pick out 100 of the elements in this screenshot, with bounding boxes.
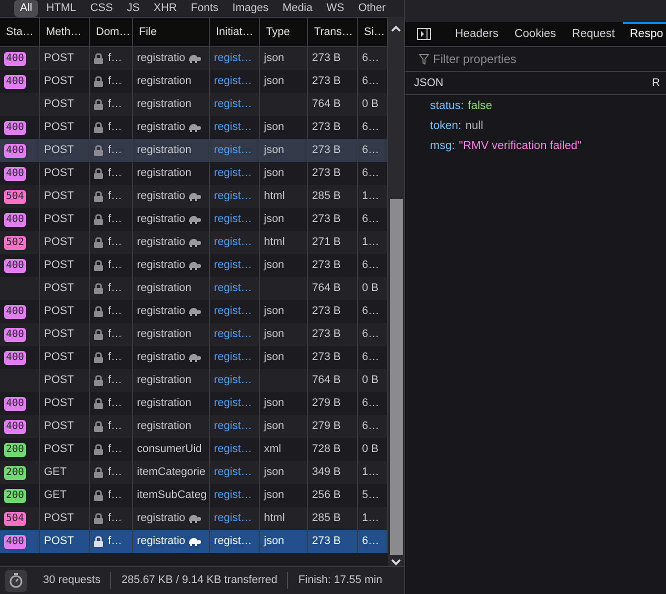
initiator-link[interactable]: regist…: [214, 142, 252, 159]
domain-text: f…: [108, 511, 122, 526]
column-header[interactable]: Sta…: [0, 18, 40, 46]
initiator-link[interactable]: regist…: [214, 349, 252, 366]
domain-text: f…: [108, 97, 122, 112]
initiator-link[interactable]: regist…: [214, 234, 252, 251]
scroll-down-icon[interactable]: [391, 558, 401, 566]
initiator-link[interactable]: regist…: [214, 211, 252, 228]
request-row[interactable]: 504 POST f… registratio regist… html 285 B 1…: [0, 185, 388, 208]
transferred-total: 285.67 KB / 9.14 KB transferred: [111, 572, 288, 589]
file-name: registration: [137, 396, 192, 412]
column-header[interactable]: Trans…: [308, 18, 358, 46]
scroll-up-icon[interactable]: [391, 25, 401, 33]
filter-tab[interactable]: CSS: [84, 0, 119, 17]
detail-tab[interactable]: Headers: [447, 22, 506, 46]
sidebar-toggle-icon[interactable]: [417, 28, 431, 40]
lock-icon: [94, 490, 103, 501]
lock-icon: [94, 99, 103, 110]
filter-input[interactable]: Filter properties: [433, 50, 633, 68]
file-name: registration: [137, 143, 192, 158]
detail-tab[interactable]: Request: [564, 22, 623, 46]
filter-tab[interactable]: JS: [120, 0, 146, 17]
initiator-link[interactable]: regist…: [214, 533, 252, 550]
property-value: "RMV verification failed": [458, 139, 582, 154]
column-header[interactable]: File: [133, 18, 210, 46]
request-row[interactable]: 400 POST f… registration regist… json 273 B 6…: [0, 139, 388, 162]
initiator-link[interactable]: regist…: [214, 188, 252, 205]
request-row[interactable]: POST f… registration regist… 764 B 0 B: [0, 93, 388, 116]
initiator-link[interactable]: regist…: [214, 395, 252, 412]
file-name: registratio: [137, 51, 186, 66]
initiator-link[interactable]: regist…: [214, 464, 252, 481]
filter-tab[interactable]: Fonts: [184, 0, 224, 17]
section-title: JSON: [414, 76, 444, 91]
initiator-link[interactable]: regist…: [214, 280, 252, 297]
method-cell: POST: [40, 530, 90, 553]
domain-text: f…: [108, 465, 122, 480]
initiator-link[interactable]: regist…: [214, 418, 252, 435]
raw-toggle[interactable]: R: [652, 74, 660, 92]
initiator-link[interactable]: regist…: [214, 50, 252, 67]
filter-tab[interactable]: Images: [226, 0, 274, 17]
file-name: registration: [137, 281, 192, 296]
initiator-link[interactable]: regist…: [214, 73, 252, 90]
performance-button[interactable]: [5, 570, 27, 592]
column-header[interactable]: Dom…: [90, 18, 133, 46]
request-row[interactable]: 400 POST f… registratio regist… json 273 B 6…: [0, 530, 388, 553]
lock-icon: [94, 421, 103, 432]
lock-icon: [94, 329, 103, 340]
initiator-link[interactable]: regist…: [214, 510, 252, 527]
filter-tab[interactable]: XHR: [148, 0, 183, 17]
filter-tab[interactable]: WS: [320, 0, 350, 17]
lock-icon: [94, 398, 103, 409]
initiator-link[interactable]: regist…: [214, 303, 252, 320]
filter-tab[interactable]: Other: [352, 0, 392, 17]
transferred-cell: 273 B: [308, 530, 358, 553]
column-header[interactable]: Meth…: [40, 18, 90, 46]
request-row[interactable]: 200 GET f… itemCategorie regist… json 349 B 1…: [0, 461, 388, 484]
initiator-link[interactable]: regist…: [214, 326, 252, 343]
lock-icon: [94, 444, 103, 455]
column-header[interactable]: Type: [260, 18, 308, 46]
request-row[interactable]: 504 POST f… registratio regist… html 285 B 1…: [0, 507, 388, 530]
file-name: registration: [137, 373, 192, 388]
initiator-link[interactable]: regist…: [214, 96, 252, 113]
scrollbar[interactable]: [388, 17, 404, 566]
lock-icon: [94, 536, 103, 547]
file-name: registratio: [137, 258, 186, 274]
filter-tab[interactable]: All: [14, 0, 38, 17]
detail-tab[interactable]: Cookies: [506, 22, 564, 46]
property-value: false: [468, 99, 492, 114]
request-row[interactable]: POST f… registration regist… 764 B 0 B: [0, 277, 388, 300]
file-name: registratio: [137, 534, 186, 550]
file-name: registration: [137, 74, 192, 90]
column-header[interactable]: Initiat…: [210, 18, 260, 46]
domain-text: f…: [108, 373, 122, 388]
lock-icon: [94, 191, 103, 202]
filter-tab[interactable]: Media: [276, 0, 318, 17]
status-badge: 400: [4, 52, 26, 66]
lock-icon: [94, 467, 103, 478]
file-name: registratio: [137, 235, 186, 250]
initiator-link[interactable]: regist…: [214, 165, 252, 182]
lock-icon: [94, 513, 103, 524]
status-badge: 400: [4, 144, 26, 158]
filter-tab[interactable]: HTML: [40, 0, 82, 17]
request-row[interactable]: 400 POST f… registratio regist… json 273 B 6…: [0, 47, 388, 70]
initiator-link[interactable]: regist…: [214, 119, 252, 136]
initiator-link[interactable]: regist…: [214, 257, 252, 274]
status-badge: 502: [4, 236, 26, 250]
request-row[interactable]: 502 POST f… registratio regist… html 271 B 1…: [0, 231, 388, 254]
file-name: registratio: [137, 212, 186, 228]
request-row[interactable]: 400 POST f… registration regist… json 273 B 6…: [0, 323, 388, 346]
initiator-link[interactable]: regist…: [214, 487, 252, 504]
request-row[interactable]: POST f… registration regist… 764 B 0 B: [0, 369, 388, 392]
file-name: registration: [137, 419, 192, 434]
file-name: registratio: [137, 511, 186, 526]
request-row[interactable]: 400 POST f… registration regist… json 279 B 6…: [0, 415, 388, 438]
lock-icon: [94, 352, 103, 363]
lock-icon: [94, 76, 103, 87]
initiator-link[interactable]: regist…: [214, 441, 252, 458]
status-badge: 400: [4, 120, 26, 134]
scrollbar-thumb[interactable]: [390, 198, 402, 556]
initiator-link[interactable]: regist…: [214, 372, 252, 389]
